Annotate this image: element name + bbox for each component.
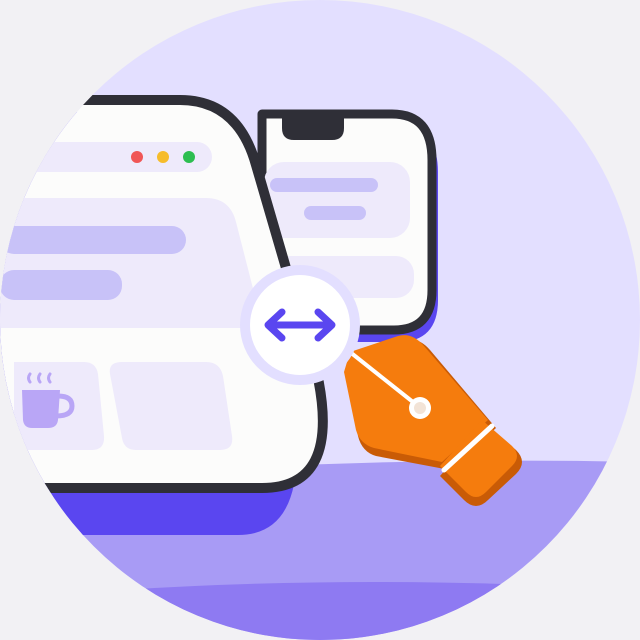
- browser-hero-block: [0, 198, 259, 328]
- illustration-stage: [0, 0, 640, 640]
- floor-front: [0, 582, 640, 640]
- circle-scene: [0, 0, 640, 640]
- close-dot-icon: [131, 151, 143, 163]
- browser-text-line: [0, 226, 186, 254]
- phone-text-line: [270, 178, 378, 192]
- responsive-design-illustration: [0, 0, 640, 640]
- phone-content-block: [264, 162, 410, 238]
- minimize-dot-icon: [157, 151, 169, 163]
- maximize-dot-icon: [183, 151, 195, 163]
- browser-card: [109, 362, 233, 450]
- phone-text-line: [304, 206, 366, 220]
- browser-address-bar: [0, 142, 212, 172]
- browser-text-line: [0, 270, 122, 300]
- resize-badge: [240, 265, 360, 385]
- phone-notch: [282, 114, 344, 140]
